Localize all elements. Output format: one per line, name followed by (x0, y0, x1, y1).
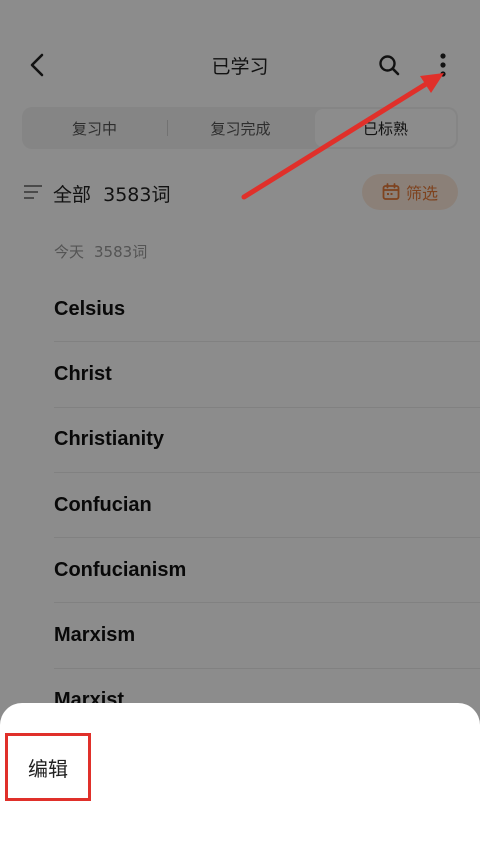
bottom-sheet: 编辑 (0, 703, 480, 853)
screen: 已学习 复习中 复习完成 已标熟 全部 3583词 筛选 今天 3583词 Ce… (0, 0, 480, 853)
edit-button[interactable]: 编辑 (5, 733, 91, 801)
